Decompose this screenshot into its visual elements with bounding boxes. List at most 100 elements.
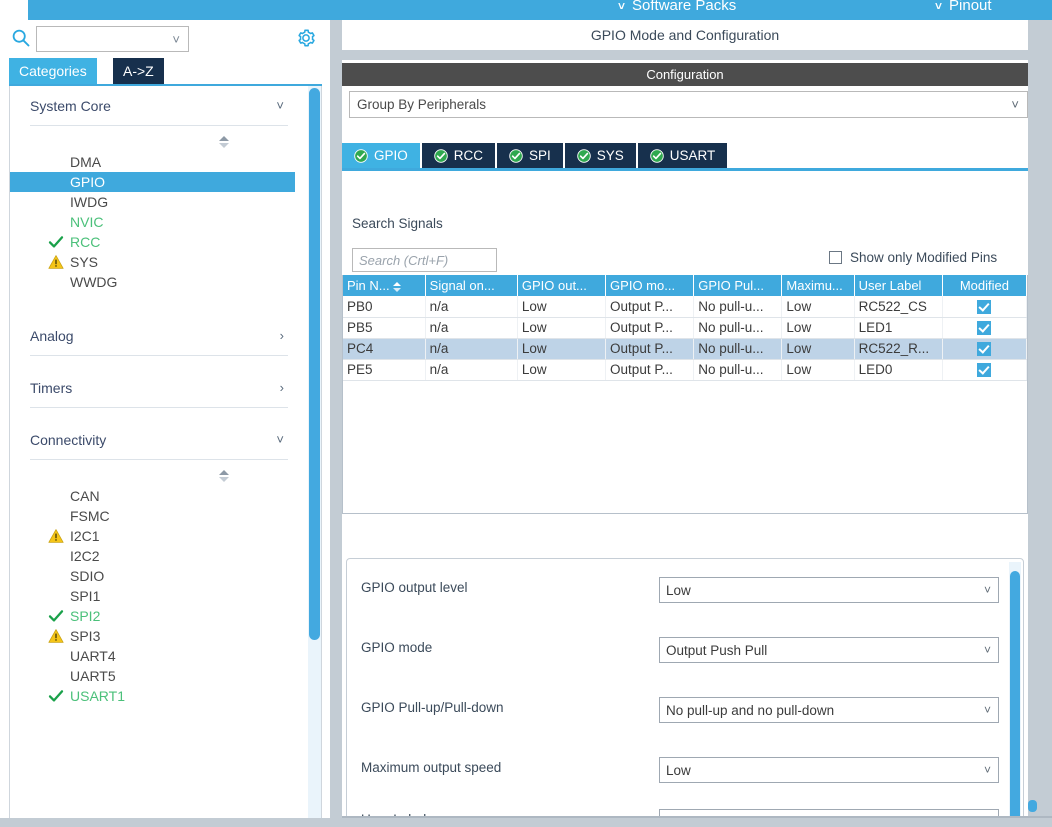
peripheral-tab-label: RCC: [453, 148, 484, 163]
search-input[interactable]: ˅: [36, 26, 189, 52]
peripheral-tab-usart[interactable]: USART: [637, 143, 728, 168]
peripheral-tab-rcc[interactable]: RCC: [421, 143, 496, 168]
column-header-5[interactable]: Maximu...: [781, 275, 855, 296]
sidebar-item-fsmc[interactable]: FSMC: [10, 506, 308, 526]
tab-categories[interactable]: Categories: [9, 58, 97, 84]
chevron-down-icon: ˅: [618, 0, 626, 13]
menu-item-label: Pinout: [949, 0, 992, 14]
tab-a-to-z[interactable]: A->Z: [113, 58, 164, 84]
sidebar-item-label: IWDG: [70, 194, 109, 210]
cell-modified[interactable]: [942, 296, 1027, 318]
column-header-label: Signal on...: [429, 278, 495, 293]
field-maximum-output-speed-select[interactable]: Low ˅: [659, 757, 999, 783]
panel-splitter[interactable]: [330, 20, 342, 827]
sidebar-item-iwdg[interactable]: IWDG: [10, 192, 308, 212]
sidebar-scrollbar-thumb[interactable]: [309, 88, 320, 640]
column-header-label: GPIO out...: [521, 278, 587, 293]
scroll-indicator[interactable]: [1028, 800, 1037, 812]
form-scrollbar-thumb[interactable]: [1010, 571, 1020, 823]
sidebar-tabs: Categories A->Z: [0, 58, 330, 84]
peripheral-tab-label: SPI: [529, 148, 551, 163]
configuration-header-label: Configuration: [646, 67, 724, 82]
sidebar-item-i2c2[interactable]: I2C2: [10, 546, 308, 566]
column-header-6[interactable]: User Label: [854, 275, 943, 296]
form-row-gpio-pull-up-pull-down: GPIO Pull-up/Pull-down No pull-up and no …: [347, 697, 1025, 723]
sidebar-item-spi1[interactable]: SPI1: [10, 586, 308, 606]
cell-speed: Low: [781, 296, 855, 318]
sidebar-item-spi3[interactable]: SPI3: [10, 626, 308, 646]
sidebar-item-rcc[interactable]: RCC: [10, 232, 308, 252]
gear-icon[interactable]: [295, 27, 317, 49]
table-row[interactable]: PB0 n/a Low Output P... No pull-u... Low RC522…: [343, 296, 1027, 318]
sidebar-item-usart1[interactable]: USART1: [10, 686, 308, 706]
cell-pin: PB5: [343, 317, 426, 339]
cell-modified[interactable]: [942, 359, 1027, 381]
search-icon[interactable]: [11, 28, 31, 48]
warning-icon: [48, 628, 64, 644]
checkbox-checked-icon[interactable]: [977, 321, 992, 336]
field-gpio-output-level-select[interactable]: Low ˅: [659, 577, 999, 603]
field-label: GPIO output level: [361, 580, 468, 595]
checkbox-icon[interactable]: [829, 251, 842, 264]
peripheral-tab-spi[interactable]: SPI: [497, 143, 563, 168]
tree-group-analog[interactable]: Analog ›: [30, 316, 288, 356]
warning-icon: [48, 528, 64, 544]
table-row[interactable]: PE5 n/a Low Output P... No pull-u... Low LED0: [343, 359, 1027, 381]
cell-modified[interactable]: [942, 317, 1027, 339]
chevron-down-icon: ˅: [172, 31, 180, 47]
cell-user-label: RC522_R...: [854, 338, 943, 360]
tree-group-system-core[interactable]: System Core ˅: [30, 86, 288, 126]
column-header-2[interactable]: GPIO out...: [517, 275, 607, 296]
cell-modified[interactable]: [942, 338, 1027, 360]
column-header-label: Pin N...: [347, 278, 390, 293]
peripheral-tab-sys[interactable]: SYS: [564, 143, 636, 168]
column-header-3[interactable]: GPIO mo...: [605, 275, 695, 296]
checkbox-checked-icon[interactable]: [977, 342, 992, 357]
peripheral-tab-gpio[interactable]: GPIO: [342, 143, 420, 168]
column-header-4[interactable]: GPIO Pul...: [693, 275, 783, 296]
sidebar-item-sdio[interactable]: SDIO: [10, 566, 308, 586]
sidebar-item-spi2[interactable]: SPI2: [10, 606, 308, 626]
sidebar-item-i2c1[interactable]: I2C1: [10, 526, 308, 546]
signal-search-input[interactable]: Search (Crtl+F): [352, 248, 497, 272]
checkbox-checked-icon[interactable]: [977, 363, 992, 378]
menu-item-software-packs[interactable]: ˅ Software Packs: [618, 0, 736, 14]
tree-scroll-spinner[interactable]: [140, 132, 308, 152]
sidebar-item-wwdg[interactable]: WWDG: [10, 272, 308, 292]
field-value: Low: [666, 582, 691, 598]
sidebar-item-sys[interactable]: SYS: [10, 252, 308, 272]
sidebar-scrollbar[interactable]: [308, 86, 321, 822]
column-header-0[interactable]: Pin N...: [343, 275, 426, 296]
table-row[interactable]: PB5 n/a Low Output P... No pull-u... Low LED1: [343, 317, 1027, 339]
table-row[interactable]: PC4 n/a Low Output P... No pull-u... Low RC522…: [343, 338, 1027, 360]
field-gpio-mode-select[interactable]: Output Push Pull ˅: [659, 637, 999, 663]
sidebar-item-can[interactable]: CAN: [10, 486, 308, 506]
right-edge-strip: [1028, 20, 1052, 827]
tree-group-label: Connectivity: [30, 431, 107, 448]
field-gpio-pull-up-pull-down-select[interactable]: No pull-up and no pull-down ˅: [659, 697, 999, 723]
menu-item-pinout[interactable]: ˅ Pinout: [935, 0, 992, 14]
chevron-right-icon: ›: [279, 328, 284, 343]
group-by-select[interactable]: Group By Peripherals ˅: [349, 91, 1028, 118]
sidebar-item-gpio[interactable]: GPIO: [10, 172, 295, 192]
tree-group-timers[interactable]: Timers ›: [30, 368, 288, 408]
sidebar-item-nvic[interactable]: NVIC: [10, 212, 308, 232]
cell-pull: No pull-u...: [693, 317, 783, 339]
show-only-modified-pins-checkbox[interactable]: Show only Modified Pins: [829, 250, 997, 265]
sidebar-item-dma[interactable]: DMA: [10, 152, 308, 172]
column-header-7[interactable]: Modified: [942, 275, 1027, 296]
check-circle-icon: [577, 148, 591, 163]
tree-group-connectivity[interactable]: Connectivity ˅: [30, 420, 288, 460]
sidebar-item-label: I2C2: [70, 548, 100, 564]
cell-signal: n/a: [425, 317, 518, 339]
field-value: Output Push Pull: [666, 642, 768, 658]
column-header-1[interactable]: Signal on...: [425, 275, 518, 296]
tree-scroll-spinner[interactable]: [140, 466, 308, 486]
tab-label: A->Z: [123, 63, 154, 79]
table-header-row: Pin N... Signal on... GPIO out... GPIO mo..…: [343, 275, 1027, 296]
sort-ascending-icon[interactable]: [392, 281, 401, 292]
sidebar-item-uart4[interactable]: UART4: [10, 646, 308, 666]
sidebar-item-label: DMA: [70, 154, 102, 170]
sidebar-item-uart5[interactable]: UART5: [10, 666, 308, 686]
checkbox-checked-icon[interactable]: [977, 299, 992, 314]
